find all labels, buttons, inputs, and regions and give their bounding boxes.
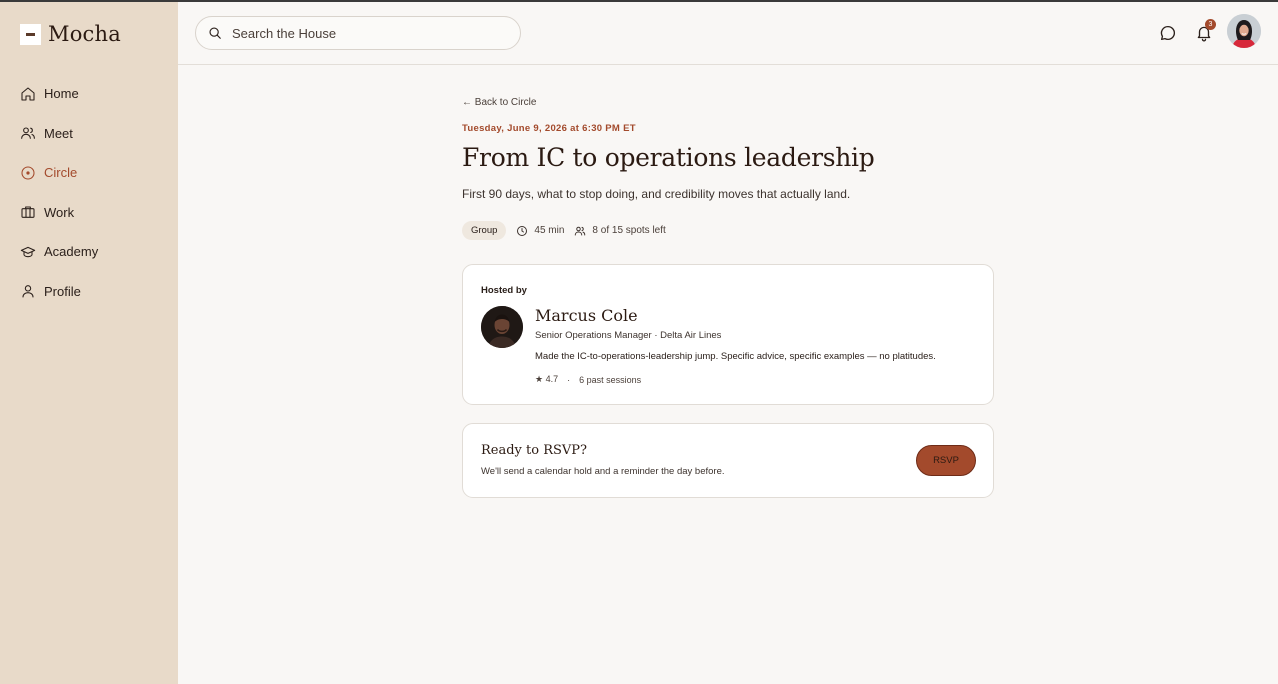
sidebar-item-work[interactable]: Work [20,193,98,233]
brand-name: Mocha [48,22,121,46]
host-role: Senior Operations Manager · Delta Air Li… [535,330,722,341]
duration-text: 45 min [534,225,565,236]
sidebar-item-home[interactable]: Home [20,74,98,114]
user-avatar-image [1227,14,1261,48]
clock-icon [517,225,528,236]
search-box[interactable] [195,16,521,50]
rsvp-card: Ready to RSVP? We'll send a calendar hol… [462,423,994,498]
event-subtitle: First 90 days, what to stop doing, and c… [462,187,851,201]
messages-button[interactable] [1159,24,1177,42]
top-bar: 3 [178,2,1278,65]
event-date: Tuesday, June 9, 2026 at 6:30 PM ET [462,123,636,134]
event-type-badge: Group [462,221,507,240]
page-title: From IC to operations leadership [462,143,875,172]
sidebar-nav: Home Meet Circle Work Academy Profile [20,74,98,311]
rsvp-button[interactable]: RSVP [916,445,976,476]
host-card: Hosted by Marcus Cole Senior Operations … [462,264,994,405]
rsvp-subtitle: We'll send a calendar hold and a reminde… [481,466,725,477]
host-rating: ★ 4.7 [535,374,559,384]
sidebar-item-label: Work [44,204,75,220]
user-avatar[interactable] [1227,14,1261,48]
sidebar-item-label: Meet [44,125,73,141]
home-icon [21,87,35,101]
briefcase-icon [21,206,35,219]
sidebar-item-label: Academy [44,244,99,260]
host-sessions: 6 past sessions [579,374,642,385]
rsvp-title: Ready to RSVP? [481,443,588,458]
users-icon [21,127,35,140]
hosted-by-label: Hosted by [481,285,527,296]
notification-badge: 3 [1205,19,1216,30]
brand[interactable]: Mocha [20,22,121,46]
sidebar-item-academy[interactable]: Academy [20,232,98,272]
event-meta: Group 45 min 8 of 15 spots left [462,221,994,240]
sidebar: Mocha Home Meet Circle Work Academy Prof… [0,2,178,684]
sidebar-item-circle[interactable]: Circle [20,153,98,193]
user-icon [22,285,34,298]
sidebar-item-label: Home [44,86,79,102]
event-detail: ← Back to Circle Tuesday, June 9, 2026 a… [462,92,994,498]
host-stats: ★ 4.7 · 6 past sessions [535,374,975,385]
notifications-button[interactable]: 3 [1195,19,1216,42]
users-icon [575,226,586,235]
host-avatar-image [481,306,523,348]
event-spots: 8 of 15 spots left [574,225,666,237]
event-duration: 45 min [516,225,564,237]
sidebar-item-label: Circle [44,165,78,181]
sidebar-item-label: Profile [44,283,81,299]
host-avatar[interactable] [481,306,523,348]
spots-text: 8 of 15 spots left [592,225,666,236]
chat-bubble-icon [1160,25,1176,41]
stats-separator: · [567,374,571,385]
search-icon [209,27,221,39]
graduation-cap-icon [20,246,36,257]
back-to-circle-link[interactable]: ← Back to Circle [462,97,536,108]
sidebar-item-meet[interactable]: Meet [20,114,98,154]
sidebar-item-profile[interactable]: Profile [20,272,98,312]
host-info: Marcus Cole Senior Operations Manager · … [535,306,975,385]
brand-logo [20,23,41,45]
host-bio: Made the IC-to-operations-leadership jum… [535,351,936,362]
search-input[interactable] [232,25,502,41]
circle-icon [21,166,35,180]
host-name[interactable]: Marcus Cole [535,306,975,325]
